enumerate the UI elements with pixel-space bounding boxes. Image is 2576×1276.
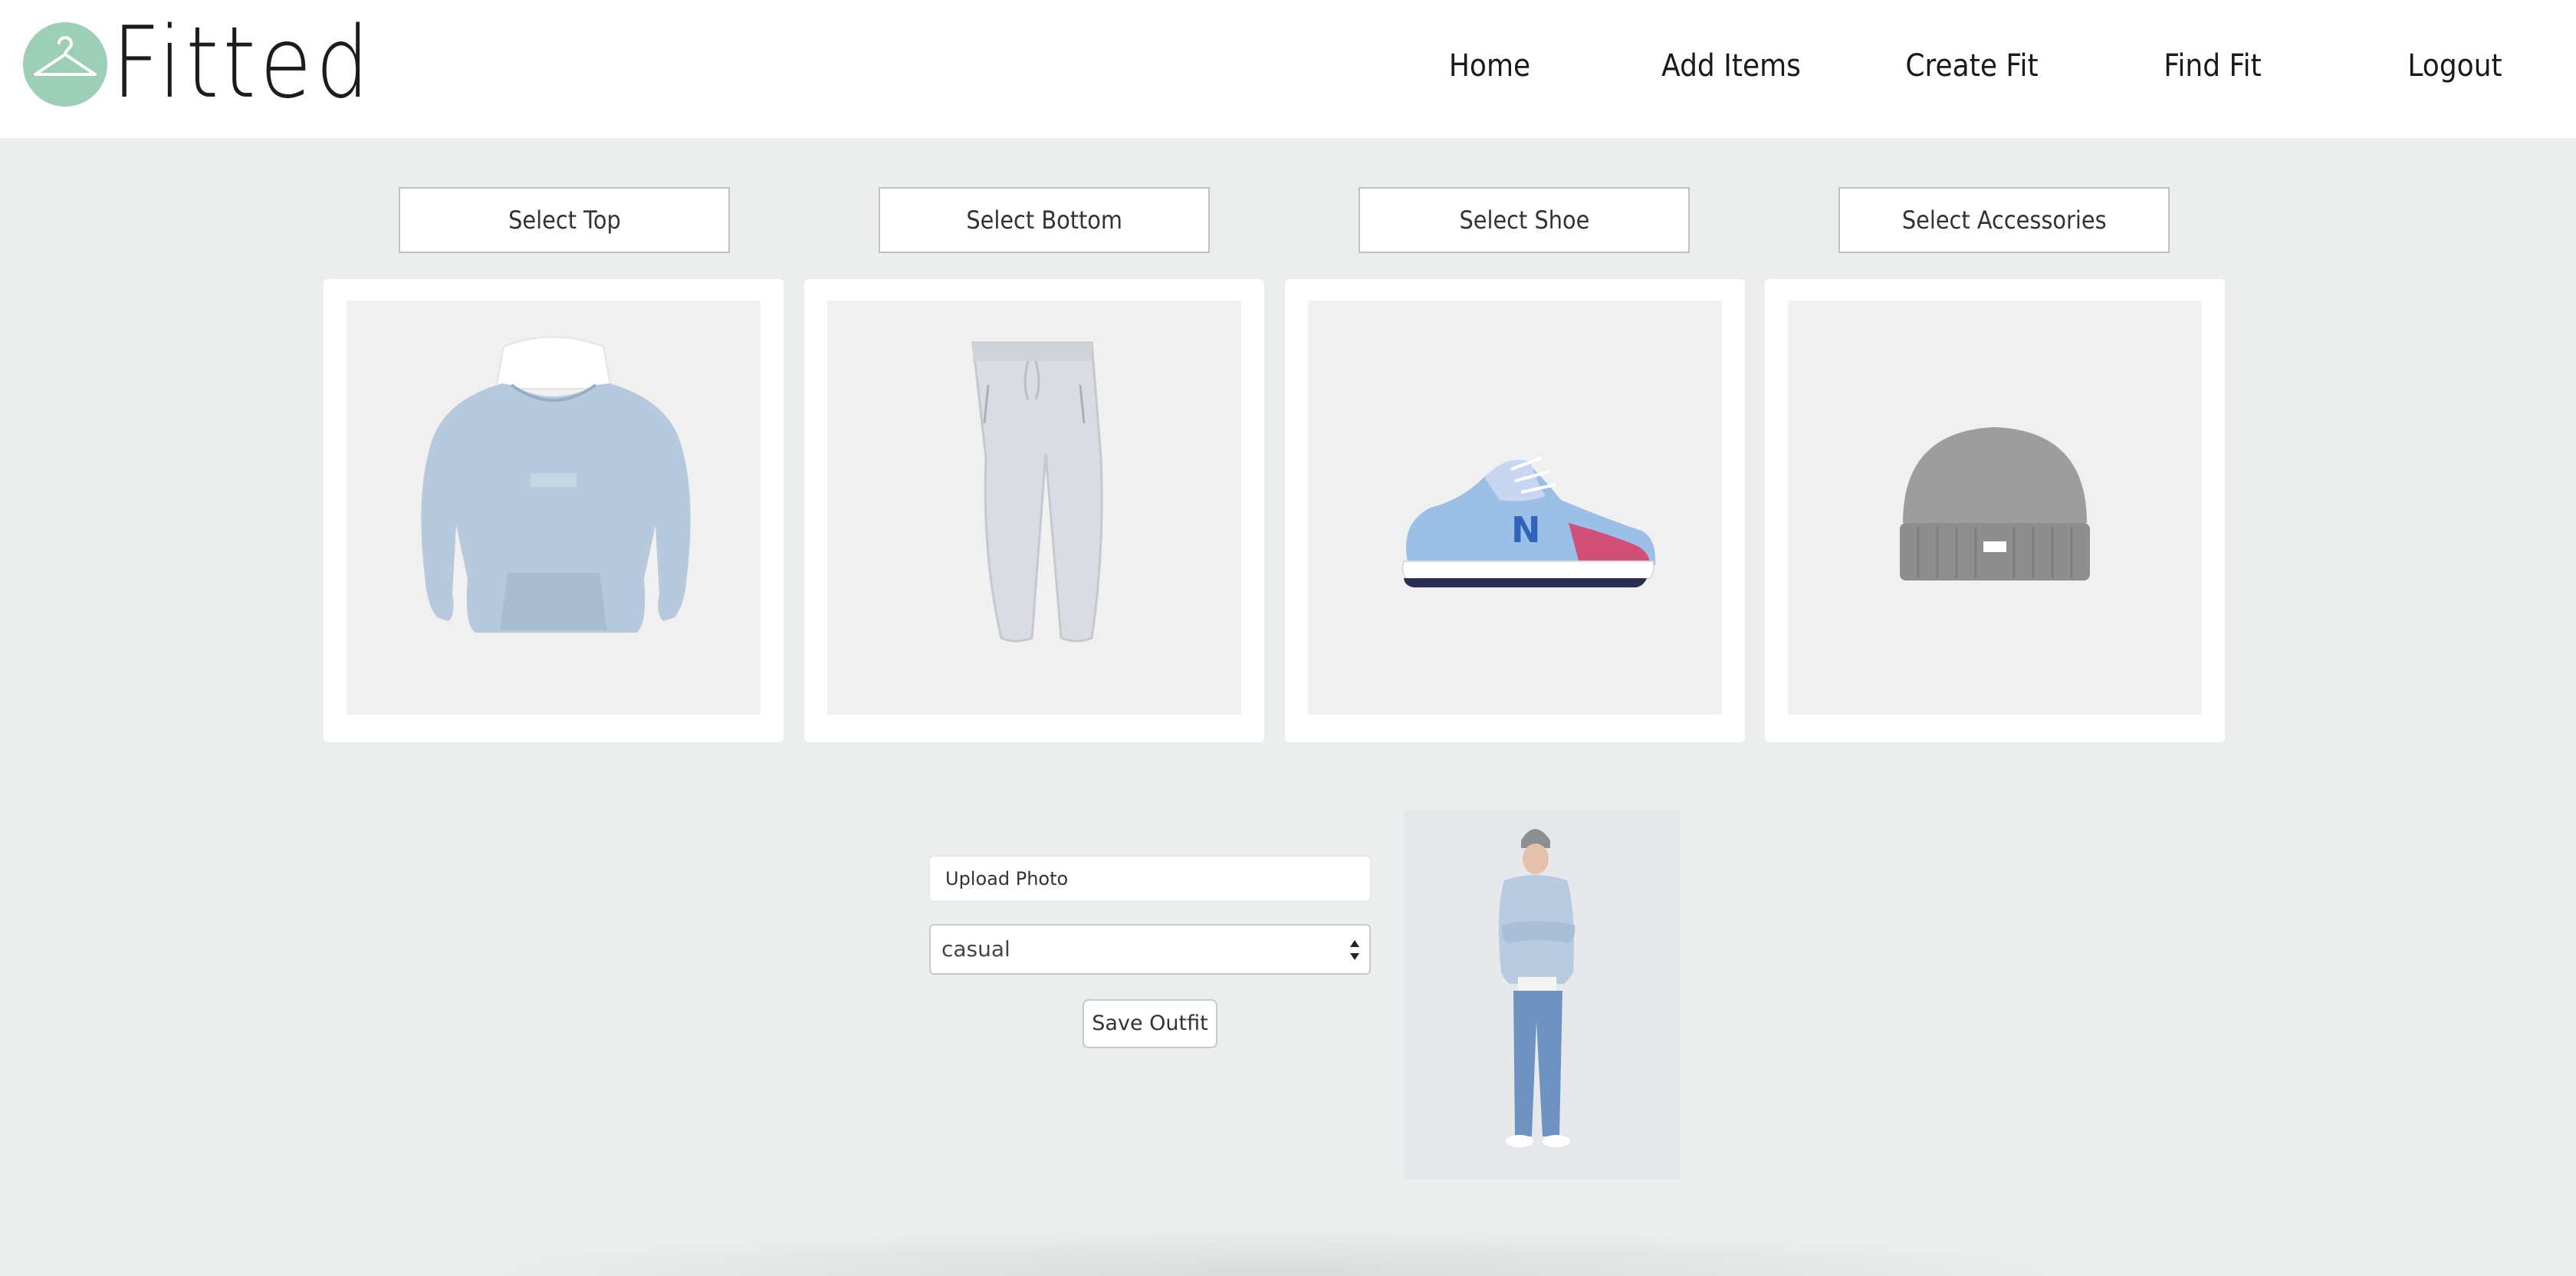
outfit-photo bbox=[1405, 810, 1681, 1179]
brand-wordmark[interactable]: Fitted bbox=[112, 6, 373, 121]
select-top-button[interactable]: Select Top bbox=[399, 187, 730, 253]
category-select-value: casual bbox=[941, 936, 1010, 962]
nav-create-fit-link[interactable]: Create Fit bbox=[1898, 43, 2046, 89]
select-accessories-button[interactable]: Select Accessories bbox=[1838, 187, 2170, 253]
footer-shadow bbox=[429, 1227, 2116, 1276]
sweatpants-image bbox=[827, 301, 1241, 715]
nav-logout-link[interactable]: Logout bbox=[2400, 43, 2510, 89]
accessories-item-card[interactable] bbox=[1765, 279, 2225, 742]
top-navbar: Fitted Home Add Items Create Fit Find Fi… bbox=[0, 0, 2576, 138]
bottom-item-card[interactable] bbox=[804, 279, 1264, 742]
select-shoe-label: Select Shoe bbox=[1459, 206, 1589, 235]
nav-find-fit-link[interactable]: Find Fit bbox=[2147, 43, 2279, 89]
save-outfit-button[interactable]: Save Outfit bbox=[1083, 999, 1217, 1048]
top-item-card[interactable] bbox=[324, 279, 784, 742]
select-bottom-button[interactable]: Select Bottom bbox=[879, 187, 1210, 253]
select-top-label: Select Top bbox=[508, 206, 621, 235]
nav-home-link[interactable]: Home bbox=[1438, 43, 1542, 89]
svg-text:N: N bbox=[1511, 509, 1541, 551]
select-arrows-icon bbox=[1350, 940, 1359, 960]
hanger-icon[interactable] bbox=[23, 22, 107, 107]
beanie-image bbox=[1788, 301, 2202, 715]
sneaker-image: N bbox=[1308, 301, 1722, 715]
shoe-item-card[interactable]: N bbox=[1285, 279, 1745, 742]
select-accessories-label: Select Accessories bbox=[1901, 206, 2107, 235]
select-bottom-label: Select Bottom bbox=[966, 206, 1122, 235]
select-shoe-button[interactable]: Select Shoe bbox=[1359, 187, 1690, 253]
upload-photo-field[interactable]: Upload Photo bbox=[929, 856, 1371, 902]
nav-add-items-link[interactable]: Add Items bbox=[1657, 43, 1806, 89]
category-select[interactable]: casual bbox=[929, 924, 1371, 975]
hoodie-image bbox=[347, 301, 761, 715]
